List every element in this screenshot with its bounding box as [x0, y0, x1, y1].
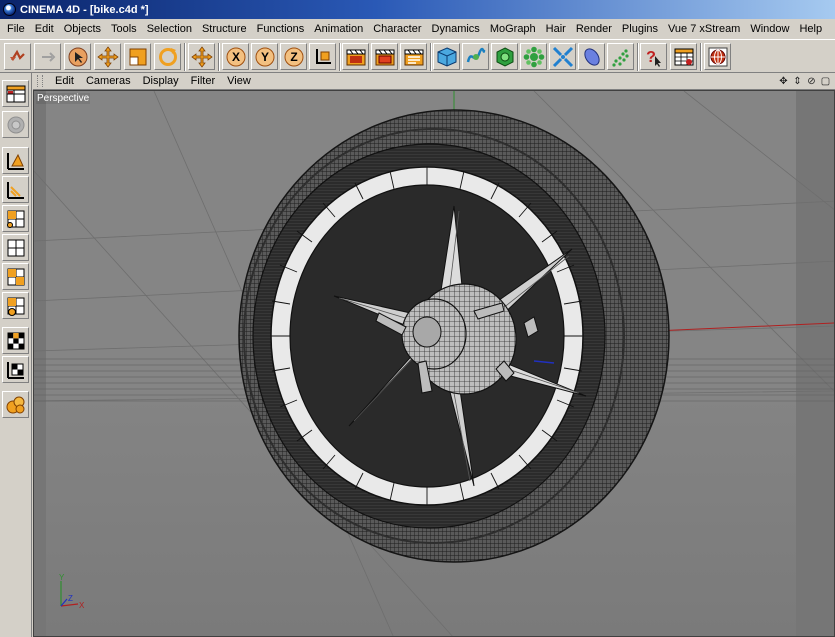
y-axis-icon[interactable]: Y [251, 43, 278, 70]
menu-window[interactable]: Window [745, 19, 794, 39]
timeline-icon[interactable] [670, 43, 697, 70]
texture-axis-mode-icon[interactable] [2, 263, 29, 290]
menu-tools[interactable]: Tools [106, 19, 142, 39]
menu-render[interactable]: Render [571, 19, 617, 39]
menu-hair[interactable]: Hair [541, 19, 571, 39]
viewport-menu-filter[interactable]: Filter [185, 75, 221, 87]
menu-objects[interactable]: Objects [59, 19, 106, 39]
menu-dynamics[interactable]: Dynamics [427, 19, 485, 39]
character-mode-icon[interactable] [2, 391, 29, 418]
render-picture-viewer-icon[interactable] [371, 43, 398, 70]
workplane-mode-icon[interactable] [2, 356, 29, 383]
spline-icon[interactable] [462, 43, 489, 70]
model-mode-icon[interactable] [2, 80, 29, 107]
menu-vue-xstream[interactable]: Vue 7 xStream [663, 19, 745, 39]
viewport-camera-label: Perspective [36, 93, 91, 104]
x-axis-icon[interactable]: X [222, 43, 249, 70]
texture-mode-icon[interactable] [2, 234, 29, 261]
svg-text:Y: Y [260, 50, 268, 64]
viewport-navigation: ✥ ⇕ ⊘ ▢ [778, 76, 835, 87]
world-coordinate-icon[interactable] [309, 43, 336, 70]
cinema4d-app-icon [3, 3, 16, 16]
help-icon[interactable]: ? [640, 43, 667, 70]
viewport-menu-view[interactable]: View [221, 75, 257, 87]
render-settings-icon[interactable] [400, 43, 427, 70]
menu-functions[interactable]: Functions [252, 19, 310, 39]
move-icon[interactable] [94, 43, 121, 70]
z-axis-icon[interactable]: Z [280, 43, 307, 70]
axis-mode-icon[interactable] [2, 292, 29, 319]
viewport-menu-cameras[interactable]: Cameras [80, 75, 137, 87]
menu-edit[interactable]: Edit [30, 19, 59, 39]
svg-text:X: X [231, 50, 239, 64]
viewport-menu-display[interactable]: Display [137, 75, 185, 87]
maximize-view-icon[interactable]: ▢ [820, 76, 831, 87]
edges-mode-icon[interactable] [2, 176, 29, 203]
rotate-view-icon[interactable]: ⊘ [806, 76, 817, 87]
perspective-viewport[interactable]: Y X Z Perspective [33, 90, 835, 637]
menu-mograph[interactable]: MoGraph [485, 19, 541, 39]
menu-animation[interactable]: Animation [309, 19, 368, 39]
left-mode-toolbar [0, 73, 32, 637]
toolbar-grip[interactable] [37, 75, 43, 87]
viewport-scene[interactable]: Y X Z [34, 91, 835, 637]
viewport-menu-edit[interactable]: Edit [49, 75, 80, 87]
svg-text:X: X [79, 601, 85, 610]
web-icon[interactable] [704, 43, 731, 70]
svg-text:Y: Y [59, 573, 65, 582]
menu-character[interactable]: Character [368, 19, 426, 39]
scene-object-icon[interactable] [578, 43, 605, 70]
menu-bar: File Edit Objects Tools Selection Struct… [0, 19, 835, 39]
main-toolbar: X Y Z ? [0, 39, 835, 73]
render-view-icon[interactable] [342, 43, 369, 70]
cube-primitive-icon[interactable] [433, 43, 460, 70]
deformer-icon[interactable] [549, 43, 576, 70]
live-selection-icon[interactable] [64, 43, 91, 70]
nurbs-icon[interactable] [491, 43, 518, 70]
scale-icon[interactable] [124, 43, 151, 70]
tweak-mode-icon[interactable] [2, 327, 29, 354]
array-icon[interactable] [520, 43, 547, 70]
svg-text:Z: Z [68, 594, 73, 603]
menu-help[interactable]: Help [794, 19, 827, 39]
menu-plugins[interactable]: Plugins [617, 19, 663, 39]
undo-icon[interactable] [4, 43, 31, 70]
object-mode-icon[interactable] [2, 111, 29, 138]
svg-text:?: ? [646, 49, 656, 66]
window-title: CINEMA 4D - [bike.c4d *] [20, 3, 149, 16]
pan-view-icon[interactable]: ✥ [778, 76, 789, 87]
redo-icon[interactable] [34, 43, 61, 70]
dolly-view-icon[interactable]: ⇕ [792, 76, 803, 87]
menu-file[interactable]: File [2, 19, 30, 39]
particles-icon[interactable] [607, 43, 634, 70]
svg-text:Z: Z [290, 50, 297, 64]
points-mode-icon[interactable] [2, 147, 29, 174]
viewport-menu-bar: Edit Cameras Display Filter View ✥ ⇕ ⊘ ▢ [33, 73, 835, 90]
move-tool-icon[interactable] [188, 43, 215, 70]
rotate-icon[interactable] [154, 43, 181, 70]
title-bar: CINEMA 4D - [bike.c4d *] [0, 0, 835, 19]
menu-selection[interactable]: Selection [142, 19, 197, 39]
polygons-mode-icon[interactable] [2, 205, 29, 232]
menu-structure[interactable]: Structure [197, 19, 252, 39]
